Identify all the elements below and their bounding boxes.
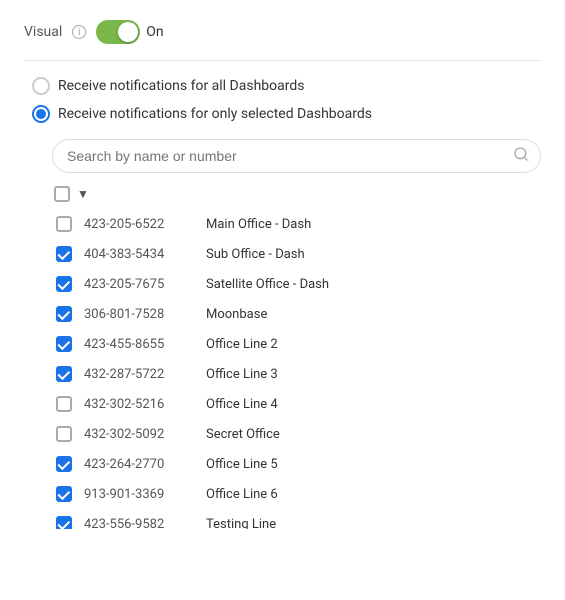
list-item-checkbox[interactable] xyxy=(56,366,72,382)
list-item-name: Office Line 4 xyxy=(206,397,278,412)
list-item-checkbox[interactable] xyxy=(56,396,72,412)
checkbox-all-row: ▼ xyxy=(52,185,541,203)
list-item-number: 404-383-5434 xyxy=(84,247,194,262)
list-item: 423-455-8655 Office Line 2 xyxy=(52,329,541,359)
list-item-number: 432-302-5216 xyxy=(84,397,194,412)
list-item-name: Main Office - Dash xyxy=(206,217,311,232)
visual-row: Visual i On xyxy=(24,20,541,61)
radio-all-circle xyxy=(32,77,50,95)
list-item-number: 423-556-9582 xyxy=(84,517,194,530)
list-item-checkbox[interactable] xyxy=(56,276,72,292)
info-icon[interactable]: i xyxy=(72,25,86,39)
list-item-number: 913-901-3369 xyxy=(84,487,194,502)
search-wrap xyxy=(52,139,541,173)
list-item-checkbox[interactable] xyxy=(56,516,72,529)
radio-option-selected[interactable]: Receive notifications for only selected … xyxy=(32,105,541,123)
radio-section: Receive notifications for all Dashboards… xyxy=(24,77,541,123)
search-icon xyxy=(513,146,529,166)
list-item-number: 432-287-5722 xyxy=(84,367,194,382)
visual-toggle[interactable] xyxy=(96,20,140,44)
radio-selected-inner xyxy=(36,109,46,119)
list-item-number: 432-302-5092 xyxy=(84,427,194,442)
list-item-name: Testing Line xyxy=(206,517,276,530)
list-item-number: 306-801-7528 xyxy=(84,307,194,322)
list-item: 432-302-5216 Office Line 4 xyxy=(52,389,541,419)
list-item-number: 423-205-7675 xyxy=(84,277,194,292)
list-item-checkbox[interactable] xyxy=(56,426,72,442)
radio-selected-circle xyxy=(32,105,50,123)
radio-option-all[interactable]: Receive notifications for all Dashboards xyxy=(32,77,541,95)
list-item-checkbox[interactable] xyxy=(56,336,72,352)
visual-label: Visual xyxy=(24,24,62,40)
list-item-name: Satellite Office - Dash xyxy=(206,277,329,292)
dropdown-arrow[interactable]: ▼ xyxy=(74,185,92,203)
list-item-number: 423-455-8655 xyxy=(84,337,194,352)
list-item-checkbox[interactable] xyxy=(56,306,72,322)
list-item-name: Moonbase xyxy=(206,307,267,322)
list-item: 432-287-5722 Office Line 3 xyxy=(52,359,541,389)
list-item-number: 423-205-6522 xyxy=(84,217,194,232)
toggle-on-label: On xyxy=(146,24,163,40)
list-item-name: Secret Office xyxy=(206,427,280,442)
toggle-wrap: On xyxy=(96,20,163,44)
radio-selected-label: Receive notifications for only selected … xyxy=(58,106,372,122)
list-item-checkbox[interactable] xyxy=(56,246,72,262)
list-item-number: 423-264-2770 xyxy=(84,457,194,472)
list-item-name: Office Line 5 xyxy=(206,457,278,472)
list-section: ▼ 423-205-6522 Main Office - Dash 404-383-… xyxy=(52,185,541,529)
list-item: 423-556-9582 Testing Line xyxy=(52,509,541,529)
list-item-checkbox[interactable] xyxy=(56,486,72,502)
checkbox-all[interactable] xyxy=(54,186,70,202)
list-item-name: Sub Office - Dash xyxy=(206,247,305,262)
dashboard-list: 423-205-6522 Main Office - Dash 404-383-54… xyxy=(52,209,541,529)
list-item-checkbox[interactable] xyxy=(56,456,72,472)
list-item-checkbox[interactable] xyxy=(56,216,72,232)
list-item: 423-264-2770 Office Line 5 xyxy=(52,449,541,479)
list-item: 432-302-5092 Secret Office xyxy=(52,419,541,449)
list-item: 423-205-6522 Main Office - Dash xyxy=(52,209,541,239)
list-item-name: Office Line 2 xyxy=(206,337,278,352)
list-item: 306-801-7528 Moonbase xyxy=(52,299,541,329)
list-item: 404-383-5434 Sub Office - Dash xyxy=(52,239,541,269)
search-input[interactable] xyxy=(52,139,541,173)
list-item: 913-901-3369 Office Line 6 xyxy=(52,479,541,509)
toggle-knob xyxy=(118,22,138,42)
list-item-name: Office Line 6 xyxy=(206,487,278,502)
radio-all-label: Receive notifications for all Dashboards xyxy=(58,78,305,94)
list-item: 423-205-7675 Satellite Office - Dash xyxy=(52,269,541,299)
list-item-name: Office Line 3 xyxy=(206,367,278,382)
